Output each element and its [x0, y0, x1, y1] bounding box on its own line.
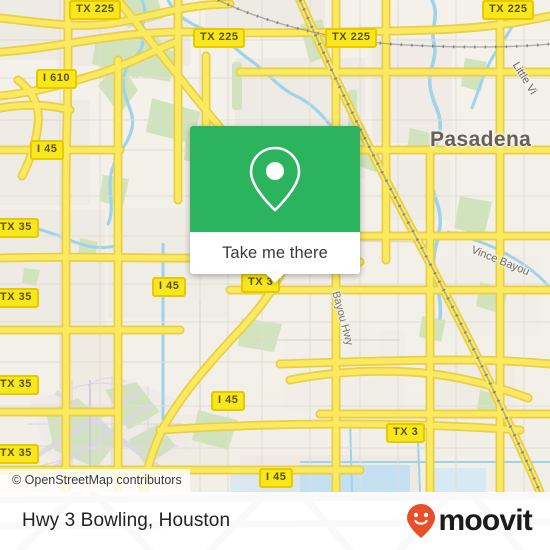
osm-attribution[interactable]: © OpenStreetMap contributors — [0, 469, 190, 492]
place-label-pasadena: Pasadena — [430, 128, 532, 151]
map-screenshot: Pasadena Little Vi Vince Bayou Bayou Hwy… — [0, 0, 550, 550]
map-canvas[interactable]: Pasadena Little Vi Vince Bayou Bayou Hwy… — [0, 0, 550, 492]
highway-shield: TX 225 — [482, 0, 535, 20]
highway-shield: I 45 — [211, 391, 246, 411]
highway-shield: TX 35 — [0, 375, 39, 395]
highway-shield: TX 35 — [0, 288, 39, 308]
highway-shield: TX 225 — [69, 0, 122, 20]
location-callout-card[interactable]: Take me there — [190, 126, 360, 283]
highway-shield: TX 3 — [386, 423, 426, 443]
highway-shield: I 45 — [259, 468, 294, 488]
bottom-info-bar: Hwy 3 Bowling, Houston moovit — [0, 492, 550, 550]
moovit-smiley-pin-icon — [407, 504, 436, 538]
highway-shield: I 45 — [152, 277, 187, 297]
highway-shield: TX 35 — [0, 218, 39, 238]
take-me-there-button[interactable]: Take me there — [190, 232, 360, 274]
moovit-wordmark: moovit — [438, 504, 532, 537]
highway-shield: TX 225 — [325, 28, 378, 48]
highway-shield: TX 225 — [193, 28, 246, 48]
callout-image-placeholder — [190, 126, 360, 232]
highway-shield: I 610 — [36, 69, 77, 89]
highway-shield: I 45 — [30, 140, 65, 160]
map-pin-icon — [249, 146, 301, 212]
callout-pointer-tail — [265, 273, 285, 283]
highway-shield: TX 35 — [0, 444, 39, 464]
moovit-logo[interactable]: moovit — [406, 503, 533, 539]
page-title: Hwy 3 Bowling, Houston — [22, 510, 231, 531]
